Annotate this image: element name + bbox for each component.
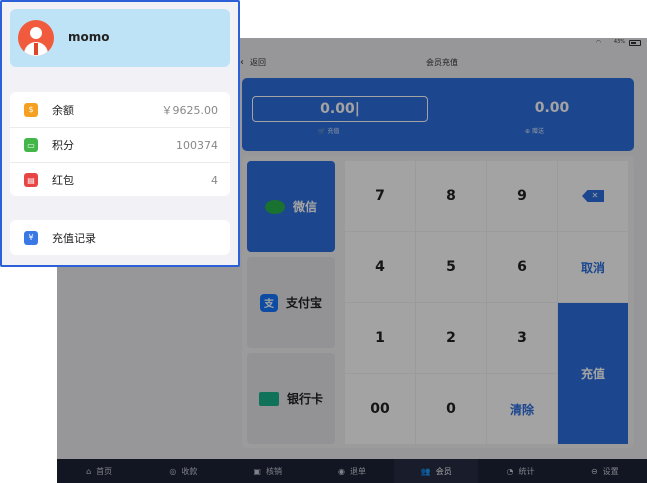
recharge-record-label: 充值记录 [52,231,96,245]
recharge-record-item[interactable]: ¥ 充值记录 [10,220,230,255]
red-packet-icon: ▤ [24,173,38,187]
red-packet-label: 红包 [52,174,74,187]
points-label: 积分 [52,139,74,152]
member-name: momo [68,30,110,44]
points-value: 100374 [176,138,218,152]
red-packet-row[interactable]: ▤ 红包 4 [10,162,230,197]
member-popover: momo $ 余额 ￥9625.00 ▭ 积分 100374 ▤ 红包 4 ¥ … [0,0,240,267]
points-row[interactable]: ▭ 积分 100374 [10,127,230,162]
balance-label: 余额 [52,103,74,117]
balance-value: ￥9625.00 [161,103,219,117]
wallet-icon: $ [24,102,38,117]
member-header: momo [10,9,230,67]
member-info-card: $ 余额 ￥9625.00 ▭ 积分 100374 ▤ 红包 4 [10,92,230,196]
avatar [18,20,54,56]
points-icon: ▭ [24,138,38,152]
balance-row[interactable]: $ 余额 ￥9625.00 [10,92,230,127]
red-packet-value: 4 [211,173,218,187]
record-icon: ¥ [24,230,38,245]
